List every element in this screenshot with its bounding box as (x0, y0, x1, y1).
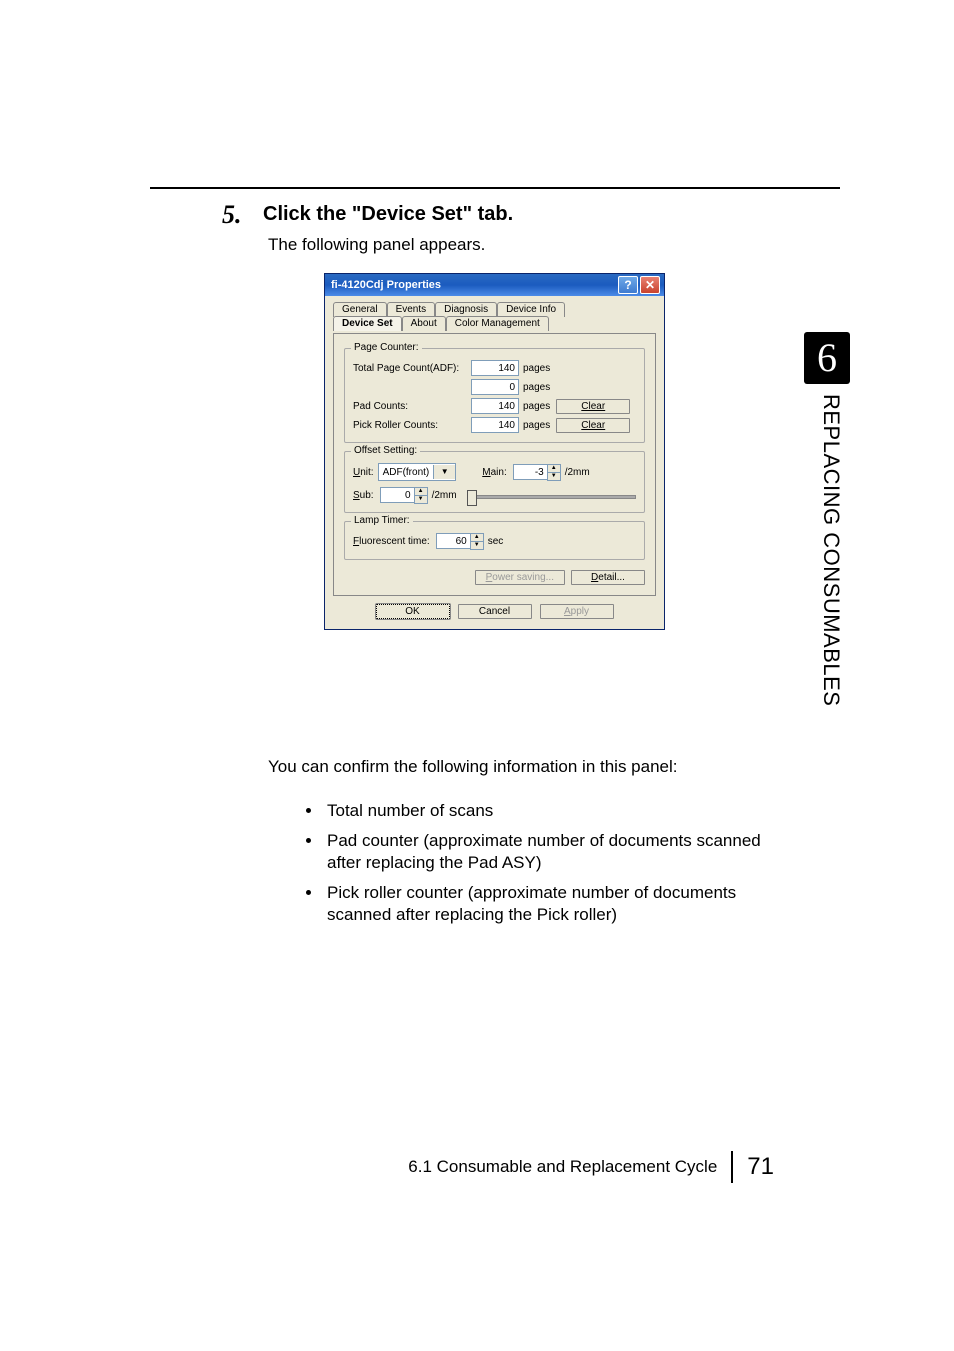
mm-unit: /2mm (565, 467, 590, 478)
list-item: Total number of scans (323, 800, 787, 822)
unit-combo[interactable]: ADF(front) ▼ (378, 463, 457, 481)
tab-about[interactable]: About (402, 316, 446, 331)
footer: 6.1 Consumable and Replacement Cycle 71 (274, 1151, 774, 1183)
chapter-title: REPLACING CONSUMABLES (818, 394, 844, 774)
confirm-text: You can confirm the following informatio… (268, 757, 678, 777)
blank-value: 0 (471, 379, 519, 395)
fluorescent-value: 60 (436, 533, 470, 549)
sec-unit: sec (488, 536, 504, 547)
lamp-legend: Lamp Timer: (351, 515, 413, 526)
main-label: Main: (482, 467, 506, 478)
sub-value: 0 (380, 487, 414, 503)
mm-unit: /2mm (432, 490, 457, 501)
clear-pad-button[interactable]: Clear (556, 399, 630, 414)
ok-button[interactable]: OK (376, 604, 450, 619)
chapter-tab: 6 (804, 332, 850, 384)
step-number: 5. (222, 200, 242, 230)
tab-general[interactable]: General (333, 302, 387, 317)
spinner-buttons[interactable]: ▲▼ (414, 487, 428, 504)
list-item: Pad counter (approximate number of docum… (323, 830, 787, 874)
total-page-label: Total Page Count(ADF): (353, 363, 471, 374)
bullet-list: Total number of scans Pad counter (appro… (283, 800, 787, 934)
list-item: Pick roller counter (approximate number … (323, 882, 787, 926)
apply-button[interactable]: Apply (540, 604, 614, 619)
sub-label: Sub: (353, 490, 374, 501)
sub-spinner[interactable]: 0 ▲▼ (380, 487, 428, 504)
pages-unit: pages (523, 363, 550, 374)
detail-button[interactable]: Detail... (571, 570, 645, 585)
tab-color-management[interactable]: Color Management (446, 316, 549, 331)
step-title: Click the "Device Set" tab. (263, 203, 513, 226)
clear-pick-button[interactable]: Clear (556, 418, 630, 433)
unit-value: ADF(front) (379, 467, 434, 478)
tab-device-set[interactable]: Device Set (333, 316, 402, 331)
fluorescent-label: Fluorescent time: (353, 536, 430, 547)
offset-slider[interactable] (467, 488, 636, 504)
unit-label: Unit: (353, 467, 374, 478)
lamp-timer-group: Lamp Timer: Fluorescent time: 60 ▲▼ sec (344, 521, 645, 560)
cancel-button[interactable]: Cancel (458, 604, 532, 619)
footer-page-number: 71 (747, 1153, 774, 1181)
tab-device-info[interactable]: Device Info (497, 302, 565, 317)
pages-unit: pages (523, 401, 550, 412)
titlebar: fi-4120Cdj Properties ? ✕ (325, 274, 664, 296)
tabstrip: General Events Diagnosis Device Info Dev… (333, 302, 656, 334)
footer-separator (731, 1151, 733, 1183)
pick-roller-value: 140 (471, 417, 519, 433)
pages-unit: pages (523, 420, 550, 431)
main-spinner[interactable]: -3 ▲▼ (513, 464, 561, 481)
total-page-value: 140 (471, 360, 519, 376)
close-button[interactable]: ✕ (640, 276, 660, 294)
fluorescent-spinner[interactable]: 60 ▲▼ (436, 533, 484, 550)
main-value: -3 (513, 464, 547, 480)
page-counter-group: Page Counter: Total Page Count(ADF): 140… (344, 348, 645, 443)
spinner-buttons[interactable]: ▲▼ (470, 533, 484, 550)
spinner-buttons[interactable]: ▲▼ (547, 464, 561, 481)
pad-counts-label: Pad Counts: (353, 401, 471, 412)
pad-counts-value: 140 (471, 398, 519, 414)
help-button[interactable]: ? (618, 276, 638, 294)
tab-diagnosis[interactable]: Diagnosis (435, 302, 497, 317)
offset-legend: Offset Setting: (351, 445, 420, 456)
chevron-down-icon[interactable]: ▼ (433, 465, 455, 479)
properties-dialog: fi-4120Cdj Properties ? ✕ General Events… (324, 273, 665, 630)
step-subtext: The following panel appears. (268, 235, 485, 255)
tab-panel: Page Counter: Total Page Count(ADF): 140… (333, 333, 656, 596)
header-rule (150, 187, 840, 189)
footer-section: 6.1 Consumable and Replacement Cycle (408, 1157, 717, 1177)
pick-roller-label: Pick Roller Counts: (353, 420, 471, 431)
offset-setting-group: Offset Setting: Unit: ADF(front) ▼ Main:… (344, 451, 645, 513)
tab-events[interactable]: Events (387, 302, 436, 317)
window-title: fi-4120Cdj Properties (329, 279, 441, 291)
power-saving-button[interactable]: Power saving... (475, 570, 565, 585)
page-counter-legend: Page Counter: (351, 342, 422, 353)
pages-unit: pages (523, 382, 550, 393)
